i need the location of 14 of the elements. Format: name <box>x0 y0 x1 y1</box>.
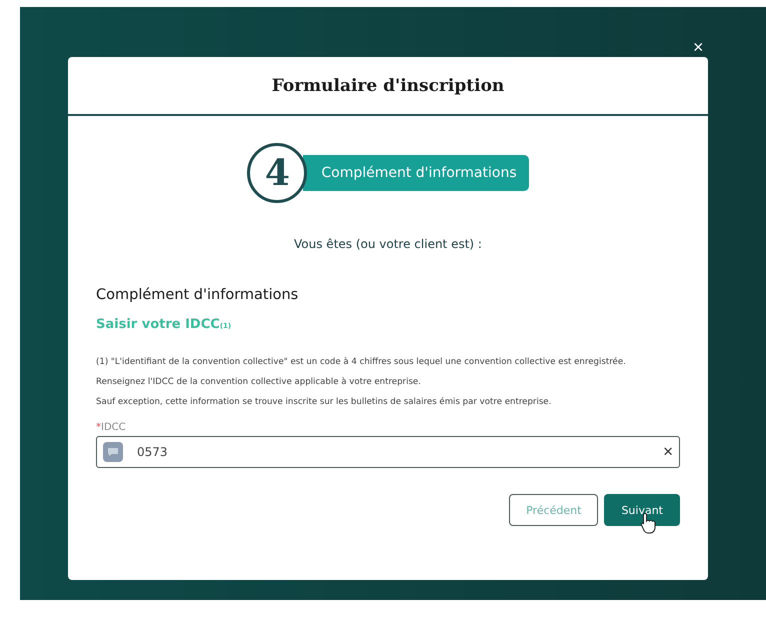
next-button[interactable]: Suivant <box>604 494 680 526</box>
step-label: Complément d'informations <box>303 155 529 191</box>
chat-bubble-icon <box>103 442 123 462</box>
modal-title: Formulaire d'inscription <box>272 76 504 96</box>
required-mark: * <box>96 422 101 433</box>
footnote-text: Sauf exception, cette information se trouve inscrite sur les bulletins de salaires émis par votre entreprise. <box>96 396 552 409</box>
idcc-input-field[interactable]: 0573 × <box>96 436 680 468</box>
clear-button[interactable]: × <box>663 444 673 460</box>
step-number: 4 <box>247 143 308 203</box>
intro-text: Vous êtes (ou votre client est) : <box>293 237 483 251</box>
field-label-text: IDCC <box>101 422 126 433</box>
close-button[interactable]: × <box>693 39 704 55</box>
section-title: Complément d'informations <box>96 287 300 303</box>
footnote-text: (1) "L'identifiant de la convention collective" est un code à 4 chiffres sous lequel une convention collective est enregistrée. Renseignez l'IDCC de la convention collective applicable à votre entreprise. <box>96 356 627 389</box>
